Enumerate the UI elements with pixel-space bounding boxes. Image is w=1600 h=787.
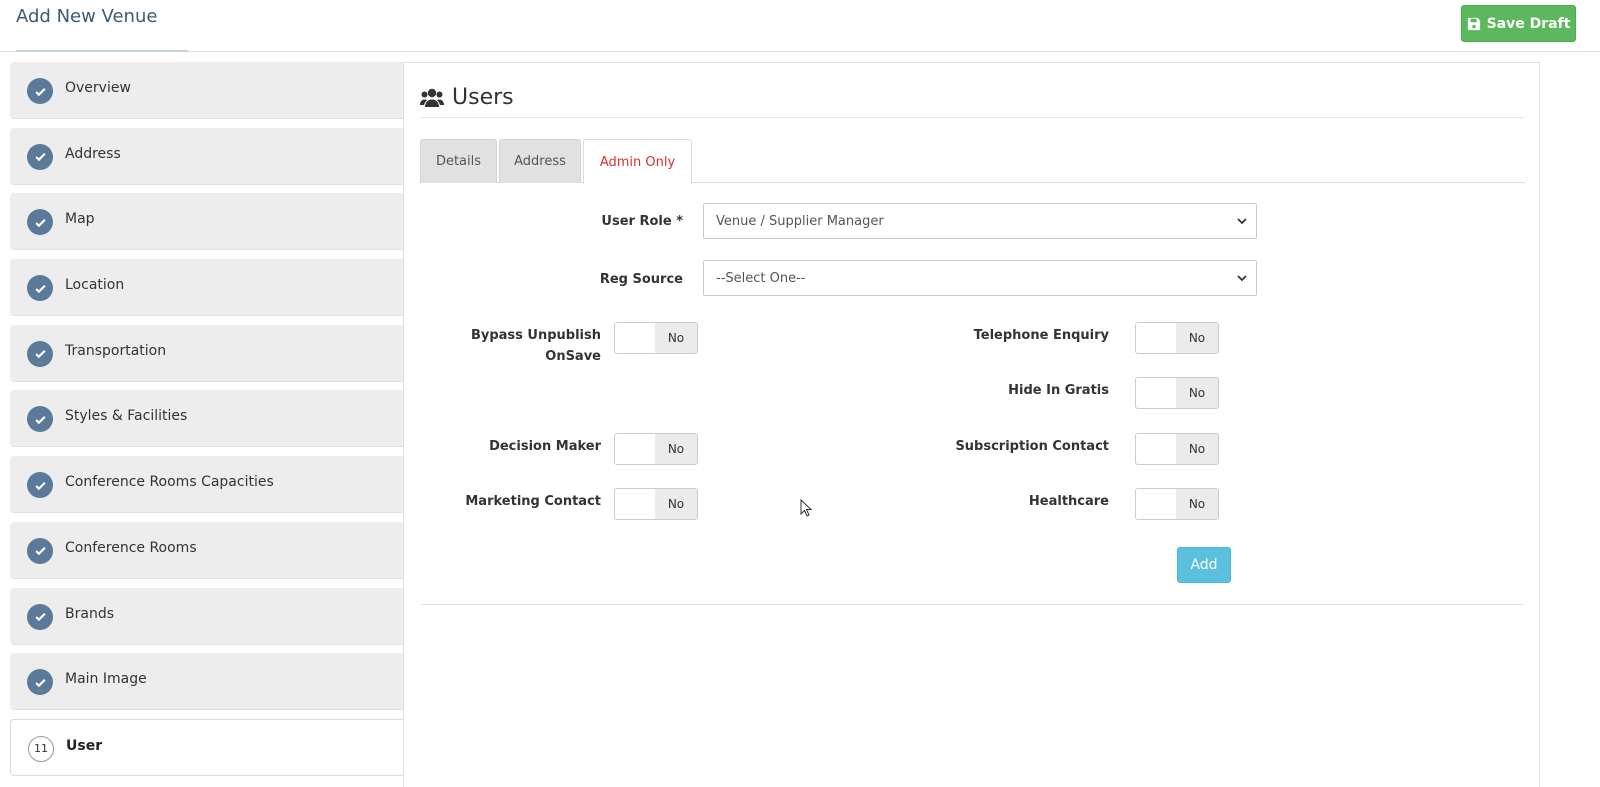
sidebar-item-overview[interactable]: Overview <box>10 62 403 119</box>
tab-details[interactable]: Details <box>420 139 497 183</box>
check-icon <box>27 406 53 433</box>
toggle-state: No <box>655 323 697 353</box>
sidebar-item-label: User <box>66 737 103 754</box>
bypass-unpublish-label-line1: Bypass Unpublish <box>470 328 601 343</box>
user-role-select[interactable]: Venue / Supplier Manager <box>703 203 1257 239</box>
reg-source-value: --Select One-- <box>716 270 806 286</box>
step-number-badge: 11 <box>28 735 54 762</box>
reg-source-select[interactable]: --Select One-- <box>703 260 1257 296</box>
users-icon <box>420 88 444 107</box>
sidebar-item-styles-facilities[interactable]: Styles & Facilities <box>10 390 403 448</box>
check-icon <box>27 143 53 170</box>
chevron-down-icon <box>1237 275 1247 282</box>
page-title: Add New Venue <box>16 6 158 27</box>
bypass-unpublish-label-line2: OnSave <box>545 349 601 364</box>
title-underline <box>16 50 188 52</box>
sidebar-item-label: Overview <box>65 80 131 96</box>
sidebar-item-conference-rooms[interactable]: Conference Rooms <box>10 521 403 579</box>
sidebar-item-label: Location <box>65 277 125 294</box>
users-panel: Users Details Address Admin Only User Ro… <box>403 62 1540 787</box>
subscription-contact-toggle[interactable]: No <box>1135 433 1219 465</box>
check-icon <box>27 669 53 696</box>
sidebar-item-location[interactable]: Location <box>10 259 403 317</box>
check-icon <box>27 275 53 302</box>
healthcare-toggle[interactable]: No <box>1135 488 1219 520</box>
healthcare-label: Healthcare <box>1028 494 1109 509</box>
sidebar-item-label: Styles & Facilities <box>65 408 188 425</box>
toggle-state: No <box>1176 378 1218 408</box>
sidebar-item-map[interactable]: Map <box>10 193 403 251</box>
sidebar-item-address[interactable]: Address <box>10 127 403 185</box>
save-icon <box>1467 17 1480 30</box>
tab-bar: Details Address Admin Only <box>420 139 1525 184</box>
sidebar-item-label: Map <box>65 211 95 228</box>
save-draft-button[interactable]: Save Draft <box>1461 5 1576 42</box>
tab-address[interactable]: Address <box>499 139 581 183</box>
sidebar-item-label: Main Image <box>65 671 147 688</box>
sidebar-item-transportation[interactable]: Transportation <box>10 324 403 382</box>
bypass-unpublish-toggle[interactable]: No <box>614 322 698 354</box>
hide-in-gratis-toggle[interactable]: No <box>1135 377 1219 409</box>
chevron-down-icon <box>1237 218 1247 225</box>
telephone-enquiry-toggle[interactable]: No <box>1135 322 1219 354</box>
hide-in-gratis-label: Hide In Gratis <box>1008 383 1109 398</box>
marketing-contact-toggle[interactable]: No <box>614 488 698 520</box>
bypass-unpublish-label: Bypass Unpublish OnSave <box>444 325 601 367</box>
user-role-value: Venue / Supplier Manager <box>716 213 884 229</box>
divider <box>420 604 1525 605</box>
check-icon <box>27 537 53 564</box>
check-icon <box>27 78 53 104</box>
user-role-label: User Role * <box>601 214 683 229</box>
sidebar-item-label: Conference Rooms <box>65 539 197 556</box>
sidebar-item-label: Conference Rooms Capacities <box>65 474 274 491</box>
check-icon <box>27 472 53 499</box>
sidebar-item-label: Address <box>65 145 121 162</box>
sidebar-item-label: Transportation <box>65 342 167 359</box>
decision-maker-label: Decision Maker <box>489 439 601 454</box>
check-icon <box>27 603 53 630</box>
sidebar-item-user[interactable]: 11 User <box>10 718 403 776</box>
tab-admin-only[interactable]: Admin Only <box>583 139 692 184</box>
mouse-cursor-icon <box>800 499 812 517</box>
check-icon <box>27 209 53 236</box>
save-draft-label: Save Draft <box>1486 15 1571 32</box>
subscription-contact-label: Subscription Contact <box>955 439 1109 454</box>
marketing-contact-label: Marketing Contact <box>465 494 601 509</box>
sidebar-item-conference-rooms-capacities[interactable]: Conference Rooms Capacities <box>10 456 403 514</box>
divider <box>420 117 1525 118</box>
telephone-enquiry-label: Telephone Enquiry <box>973 328 1109 343</box>
step-sidebar: Overview Address Map Location Transporta… <box>10 62 403 785</box>
panel-title: Users <box>420 85 514 110</box>
panel-title-text: Users <box>452 85 514 110</box>
toggle-state: No <box>655 434 697 464</box>
reg-source-label: Reg Source <box>599 272 683 287</box>
sidebar-item-brands[interactable]: Brands <box>10 587 403 645</box>
toggle-state: No <box>1176 323 1218 353</box>
page-header: Add New Venue Save Draft <box>0 0 1600 52</box>
add-user-button[interactable]: Add <box>1177 547 1231 583</box>
sidebar-item-main-image[interactable]: Main Image <box>10 653 403 711</box>
sidebar-item-label: Brands <box>65 605 114 622</box>
check-icon <box>27 340 53 367</box>
toggle-state: No <box>655 489 697 519</box>
toggle-state: No <box>1176 434 1218 464</box>
decision-maker-toggle[interactable]: No <box>614 433 698 465</box>
toggle-state: No <box>1176 489 1218 519</box>
